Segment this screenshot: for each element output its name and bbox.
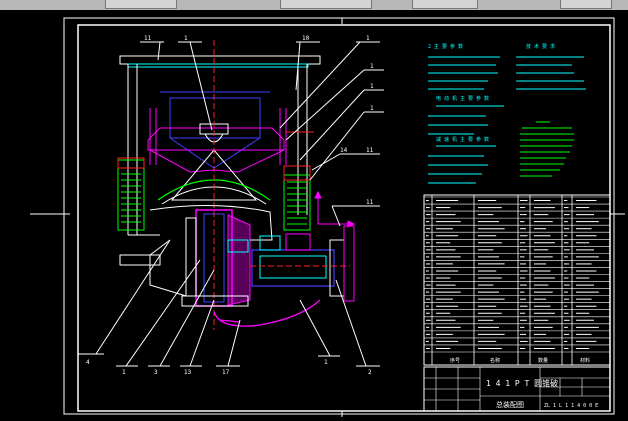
label-3-bottom: 3 [154, 369, 158, 376]
label-11-right: 11 [366, 147, 374, 154]
label-1-right-c: 1 [370, 105, 374, 112]
document-tab-4[interactable] [560, 0, 612, 9]
upper-housing [147, 108, 287, 173]
drawing-frame [30, 17, 625, 417]
parts-list-table: 序号 名称 数量 材料 [423, 194, 611, 366]
label-1-top: 1 [184, 35, 188, 42]
label-1-bottom-b: 1 [324, 359, 328, 366]
drawing-number: ZL 1 L 1 1 4 0 0 E [544, 403, 598, 409]
spec-heading-reducer: 减 速 机 主 要 参 数 [436, 136, 489, 143]
feed-hopper [160, 91, 270, 169]
label-1-bottom: 1 [122, 369, 126, 376]
table-header-index: 序号 [450, 357, 460, 364]
label-1-right-a: 1 [370, 63, 374, 70]
spec-text-right: 技 术 要 求 [516, 43, 586, 90]
cone-crusher-assembly [117, 40, 356, 330]
top-frame-plate [119, 55, 321, 65]
label-10-top: 10 [302, 35, 310, 42]
document-tab-3[interactable] [412, 0, 478, 9]
label-1-top-right: 1 [366, 35, 370, 42]
label-11-right-b: 11 [366, 199, 374, 206]
label-17-bottom: 17 [222, 369, 230, 376]
label-14-right: 14 [340, 147, 348, 154]
spring-caps [117, 131, 314, 181]
drawing-subtitle: 总装配图 [496, 400, 524, 409]
label-4-bottom: 4 [86, 359, 90, 366]
spec-heading-motor: 电 动 机 主 要 参 数 [436, 95, 489, 102]
cad-drawing-canvas[interactable]: 11 1 10 1 1 1 1 11 14 11 4 1 3 13 17 1 2… [0, 10, 628, 421]
countershaft-drive [250, 225, 355, 302]
table-header-material: 材料 [580, 357, 590, 364]
document-tab-1[interactable] [105, 0, 177, 9]
spec-text-left: 2 主 要 参 数 [428, 43, 504, 184]
top-frame-strip [127, 63, 309, 68]
label-1-right-b: 1 [370, 83, 374, 90]
table-header-name: 名称 [490, 357, 500, 364]
spec-heading-right: 技 术 要 求 [526, 43, 555, 50]
label-11-top: 11 [144, 35, 152, 42]
label-13-bottom: 13 [184, 369, 192, 376]
document-tab-2[interactable] [280, 0, 372, 9]
top-tab-bar [0, 0, 628, 10]
label-2-bottom: 2 [368, 369, 372, 376]
green-note-block [520, 121, 574, 177]
table-header-qty: 数量 [538, 357, 548, 364]
ucs-icon [314, 190, 356, 228]
drawing-title: 1 4 1 P T 圆锥破 [486, 378, 558, 388]
spec-heading-left: 2 主 要 参 数 [428, 43, 463, 50]
title-block: 1 4 1 P T 圆锥破 总装配图 ZL 1 L 1 1 4 0 0 E [423, 366, 611, 412]
